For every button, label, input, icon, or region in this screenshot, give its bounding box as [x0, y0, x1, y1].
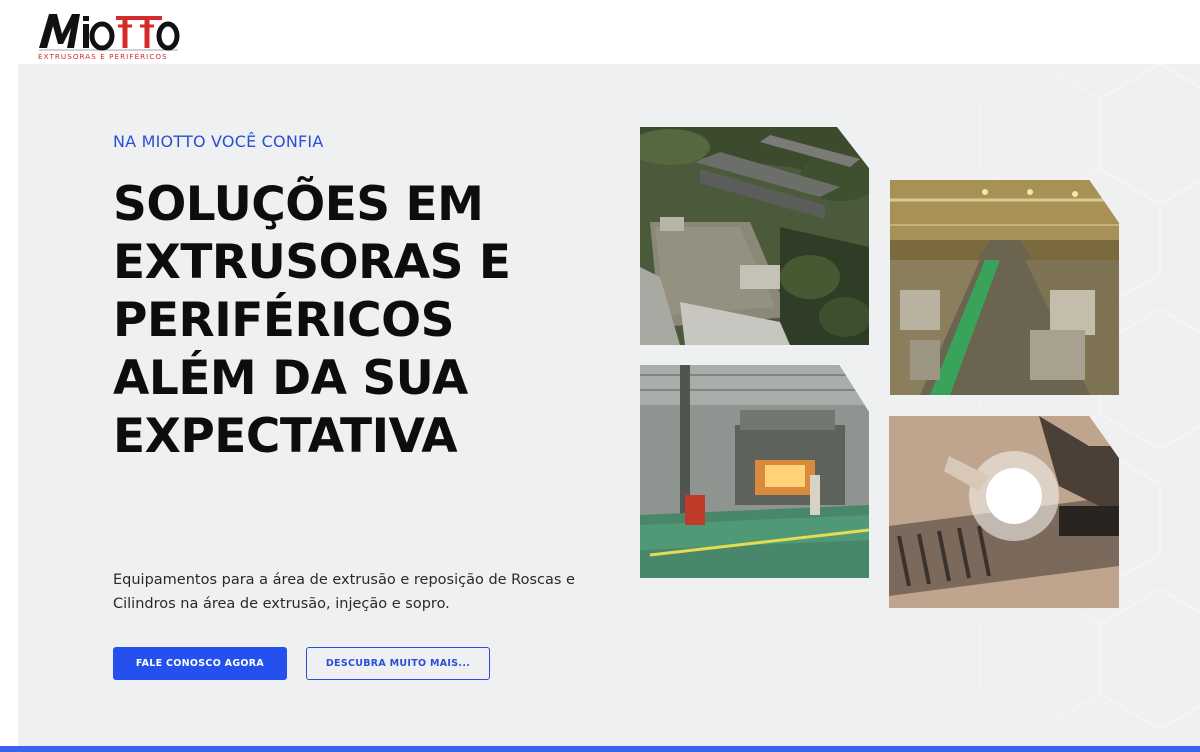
discover-more-button[interactable]: DESCUBRA MUITO MAIS... — [306, 647, 490, 680]
factory-floor-photo — [890, 180, 1119, 395]
hero-section: NA MIOTTO VOCÊ CONFIA SOLUÇÕES EM EXTRUS… — [18, 64, 1200, 746]
headline-line: SOLUÇÕES EM — [113, 177, 484, 232]
hero-description: Equipamentos para a área de extrusão e r… — [113, 568, 583, 616]
hero-eyebrow: NA MIOTTO VOCÊ CONFIA — [113, 132, 324, 151]
hero-headline: SOLUÇÕES EM EXTRUSORAS E PERIFÉRICOS ALÉ… — [113, 176, 583, 466]
headline-line: EXPECTATIVA — [113, 409, 458, 464]
furnace-photo — [640, 365, 869, 578]
description-line: Cilindros na área de extrusão, injeção e… — [113, 596, 450, 612]
logo-tagline: EXTRUSORAS E PERIFÉRICOS — [38, 52, 168, 61]
headline-line: ALÉM DA SUA — [113, 351, 468, 406]
welding-screw-photo — [889, 416, 1119, 608]
site-header: EXTRUSORAS E PERIFÉRICOS — [0, 0, 1200, 64]
headline-line: PERIFÉRICOS — [113, 293, 454, 348]
description-line: Equipamentos para a área de extrusão e r… — [113, 572, 575, 588]
bottom-accent-bar — [0, 746, 1200, 752]
aerial-factory-photo — [640, 127, 869, 345]
contact-now-button[interactable]: FALE CONOSCO AGORA — [113, 647, 287, 680]
headline-line: EXTRUSORAS E — [113, 235, 511, 290]
miotto-logo[interactable]: EXTRUSORAS E PERIFÉRICOS — [36, 6, 182, 62]
